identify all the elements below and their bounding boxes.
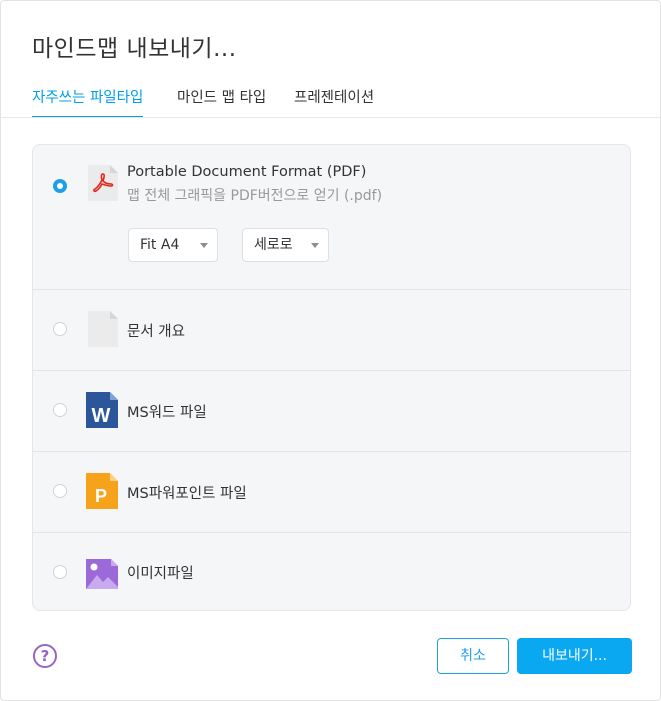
chevron-down-icon xyxy=(311,243,319,248)
powerpoint-label: MS파워포인트 파일 xyxy=(127,486,247,502)
page-size-select[interactable]: Fit A4 xyxy=(128,228,218,262)
pdf-file-icon xyxy=(88,165,118,201)
pdf-label: Portable Document Format (PDF) xyxy=(127,164,367,180)
dialog-title: 마인드맵 내보내기... xyxy=(32,36,237,62)
radio-outline[interactable] xyxy=(53,322,67,336)
powerpoint-file-icon: P xyxy=(86,473,118,509)
radio-pdf[interactable] xyxy=(53,179,67,193)
tab-mindmap-types[interactable]: 마인드 맵 타입 xyxy=(177,86,266,116)
tab-bar: 자주쓰는 파일타입 마인드 맵 타입 프레젠테이션 xyxy=(32,86,660,118)
image-file-icon xyxy=(86,559,118,589)
option-image[interactable]: 이미지파일 xyxy=(33,533,630,611)
document-icon xyxy=(88,311,118,347)
export-button[interactable]: 내보내기... xyxy=(517,638,632,674)
tab-presentation[interactable]: 프레젠테이션 xyxy=(294,86,374,116)
cancel-button[interactable]: 취소 xyxy=(437,638,509,674)
outline-label: 문서 개요 xyxy=(127,324,185,340)
word-label: MS워드 파일 xyxy=(127,405,207,421)
export-dialog: 마인드맵 내보내기... 자주쓰는 파일타입 마인드 맵 타입 프레젠테이션 P… xyxy=(0,0,661,701)
radio-word[interactable] xyxy=(53,403,67,417)
word-file-icon: W xyxy=(86,392,118,428)
pdf-description: 맵 전체 그래픽을 PDF버전으로 얻기 (.pdf) xyxy=(127,188,383,204)
tab-common-file-types[interactable]: 자주쓰는 파일타입 xyxy=(32,86,144,118)
powerpoint-icon-letter: P xyxy=(95,486,107,506)
image-label: 이미지파일 xyxy=(127,566,194,582)
option-pdf[interactable]: Portable Document Format (PDF) 맵 전체 그래픽을… xyxy=(33,145,630,289)
option-outline[interactable]: 문서 개요 xyxy=(33,290,630,370)
word-icon-letter: W xyxy=(92,405,111,427)
tab-divider xyxy=(1,117,660,118)
radio-powerpoint[interactable] xyxy=(53,484,67,498)
help-icon[interactable]: ? xyxy=(33,644,57,668)
radio-image[interactable] xyxy=(53,565,67,579)
option-word[interactable]: W MS워드 파일 xyxy=(33,371,630,451)
option-powerpoint[interactable]: P MS파워포인트 파일 xyxy=(33,452,630,532)
orientation-select[interactable]: 세로로 xyxy=(242,228,329,262)
file-type-list: Portable Document Format (PDF) 맵 전체 그래픽을… xyxy=(32,144,631,611)
orientation-value: 세로로 xyxy=(254,237,293,253)
chevron-down-icon xyxy=(200,243,208,248)
page-size-value: Fit A4 xyxy=(140,237,180,253)
